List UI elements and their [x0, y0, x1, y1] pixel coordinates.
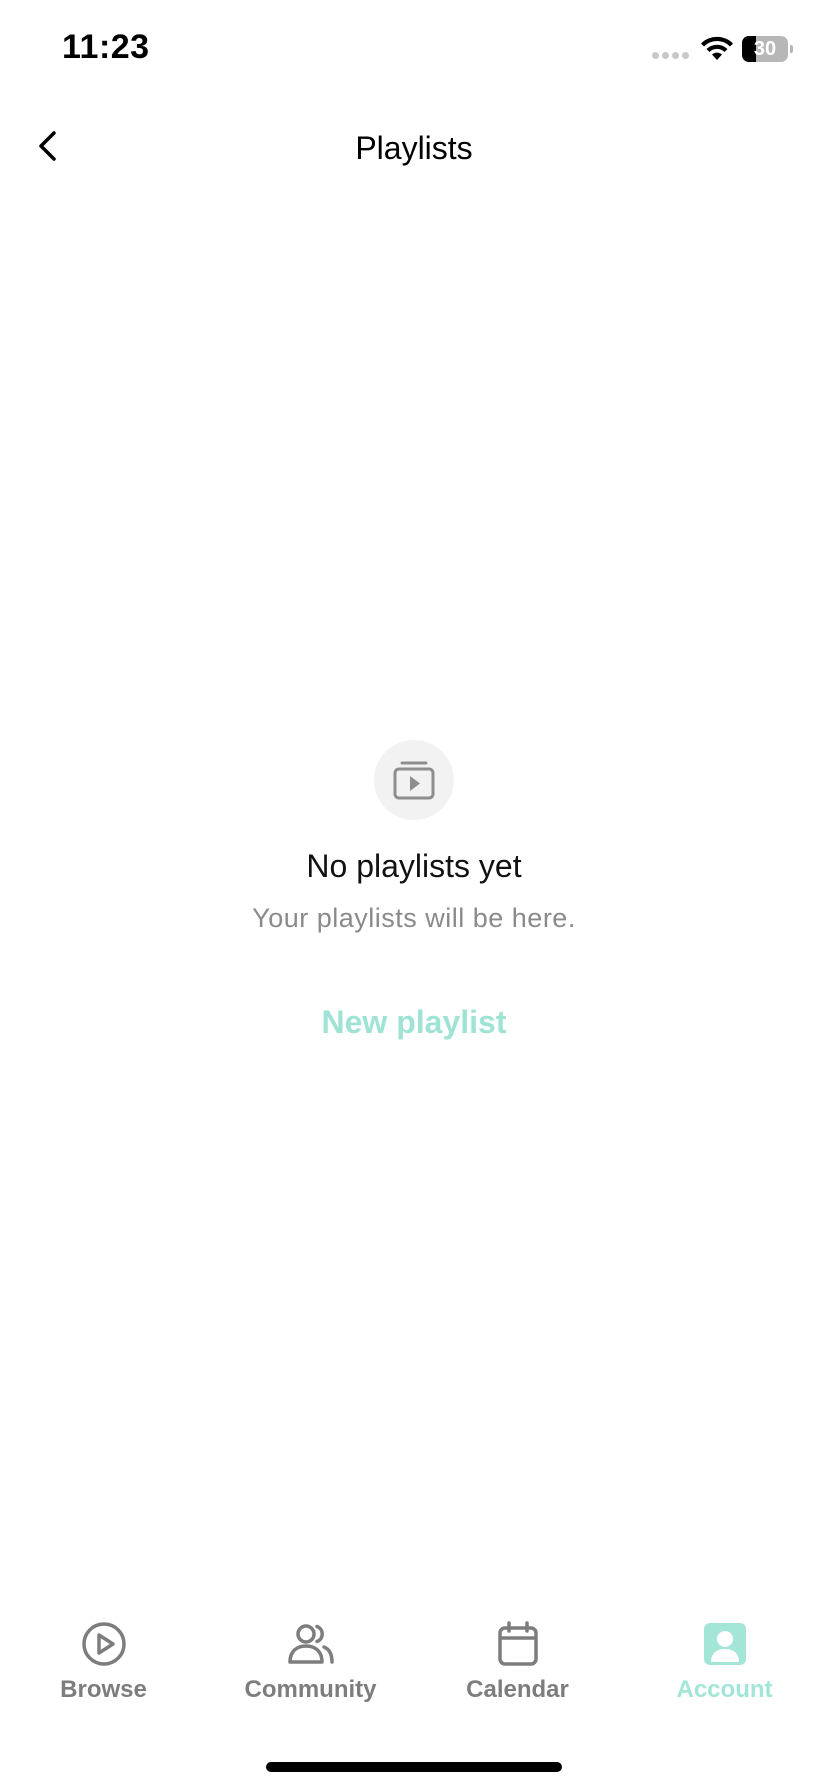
empty-state-icon-circle — [374, 740, 454, 820]
navigation-bar: Playlists — [0, 110, 828, 190]
empty-state: No playlists yet Your playlists will be … — [0, 740, 828, 1049]
empty-state-subtitle: Your playlists will be here. — [252, 903, 576, 933]
tab-label: Account — [676, 1676, 773, 1703]
empty-state-title: No playlists yet — [306, 848, 522, 884]
tab-browse[interactable]: Browse — [0, 1620, 207, 1720]
battery-icon: 30 — [742, 36, 793, 62]
playlist-play-icon — [393, 761, 435, 800]
new-playlist-button[interactable]: New playlist — [306, 996, 523, 1049]
wifi-icon — [701, 36, 733, 60]
tab-label: Calendar — [466, 1676, 569, 1703]
status-time: 11:23 — [62, 28, 150, 66]
tab-calendar[interactable]: Calendar — [414, 1620, 621, 1720]
home-indicator — [266, 1762, 562, 1772]
tab-label: Community — [244, 1676, 377, 1703]
account-icon — [703, 1623, 746, 1665]
status-bar: 11:23 30 — [0, 0, 828, 100]
play-circle-icon — [81, 1622, 126, 1666]
tab-label: Browse — [60, 1676, 147, 1703]
calendar-icon — [497, 1621, 538, 1666]
tab-account[interactable]: Account — [621, 1620, 828, 1720]
tab-community[interactable]: Community — [207, 1620, 414, 1720]
page-title: Playlists — [355, 130, 473, 166]
battery-level: 30 — [753, 38, 777, 60]
users-icon — [287, 1624, 334, 1664]
tab-bar: Browse Community Calendar Account — [0, 1620, 828, 1720]
cellular-signal-icon — [652, 52, 689, 59]
